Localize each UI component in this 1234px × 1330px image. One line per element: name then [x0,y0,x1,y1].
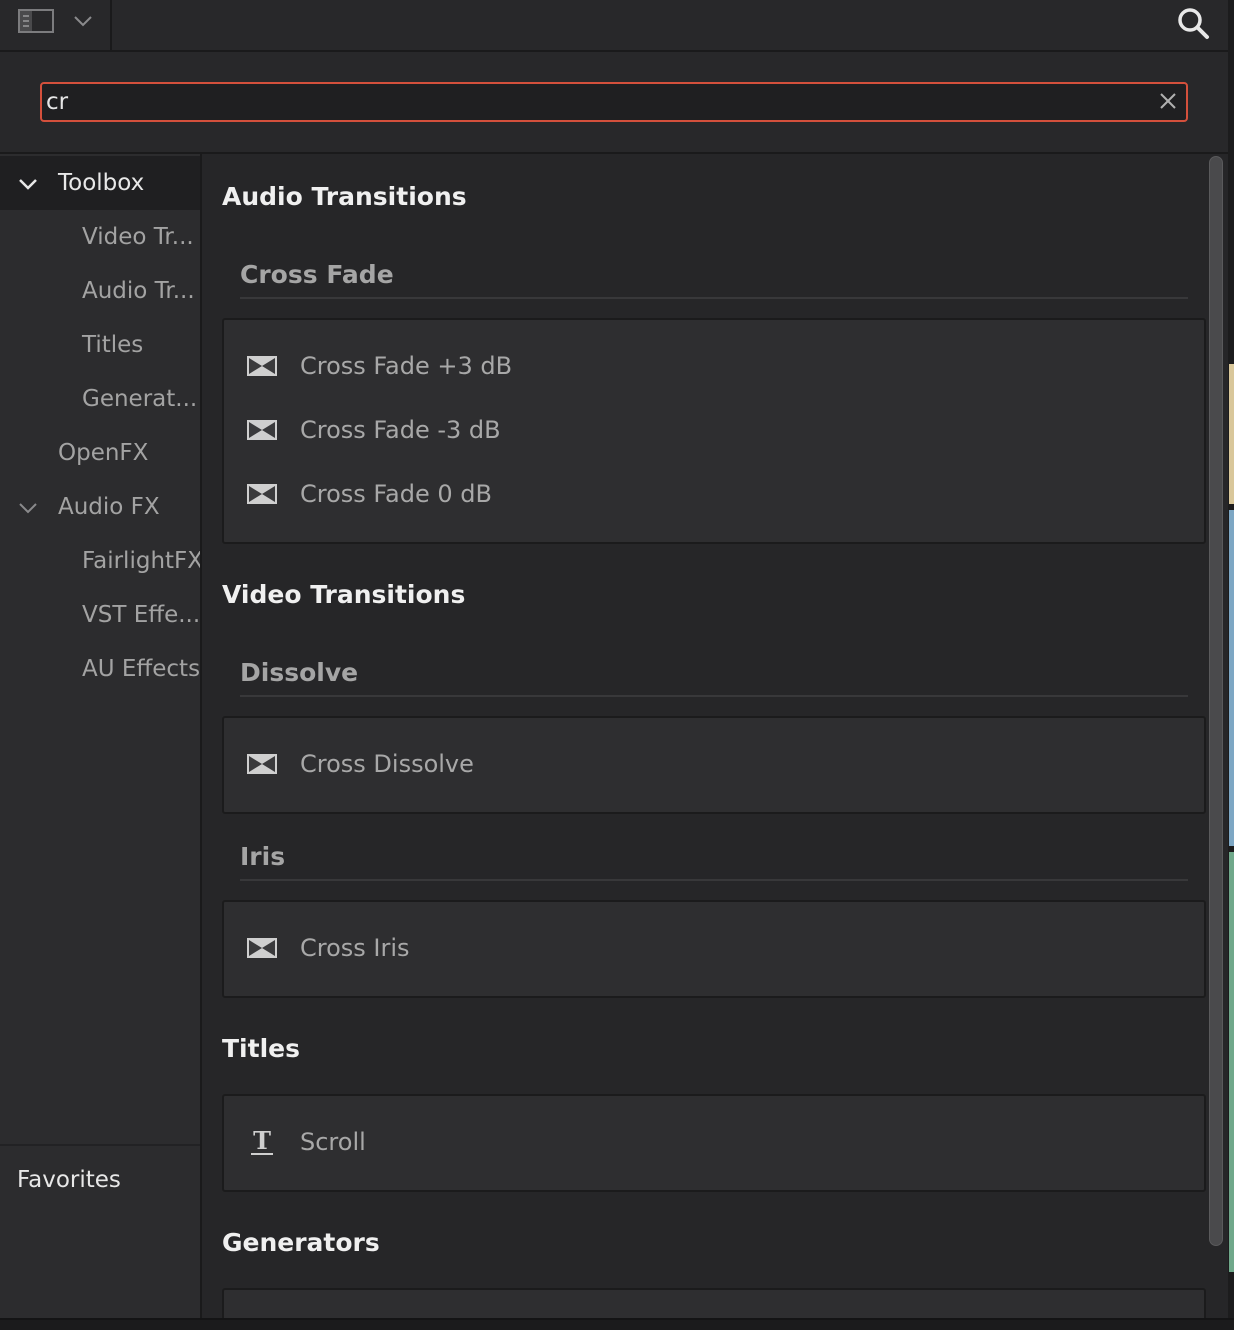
chevron-down-icon[interactable] [16,496,40,520]
effect-item-name: Cross Iris [300,934,410,962]
search-area [0,52,1228,152]
sidebar-item-label: Toolbox [58,170,145,196]
sidebar-item-audio-fx[interactable]: Audio FX [0,480,200,534]
effect-item-name: Scroll [300,1128,366,1156]
transition-icon [247,938,277,958]
effect-card: T Scroll [222,1094,1206,1192]
sidebar-item-video-transitions[interactable]: Video Tr... [0,210,200,264]
sidebar-item-label: Titles [82,332,144,358]
sidebar-item-titles[interactable]: Titles [0,318,200,372]
effect-item-name: Cross Dissolve [300,750,474,778]
sidebar-item-label: Audio Tr... [82,278,195,304]
effect-item-name: Cross Fade 0 dB [300,480,492,508]
effects-list: Audio Transitions Cross Fade Cross Fade … [202,152,1228,1318]
effect-item[interactable]: Cross Fade -3 dB [224,405,1204,455]
sidebar: Toolbox Video Tr... Audio Tr... Titles G… [0,152,200,1318]
search-input[interactable] [46,86,1146,118]
sidebar-item-label: FairlightFX [82,548,200,574]
effect-item-name: Cross Fade -3 dB [300,416,501,444]
group-title-iris: Iris [240,842,1188,881]
effect-item[interactable]: Cross Fade +3 dB [224,341,1204,391]
toolbar [0,0,1234,52]
section-title-generators: Generators [222,1228,380,1257]
chevron-down-icon[interactable] [16,172,40,196]
effect-card [222,1288,1206,1318]
sidebar-item-fairlightfx[interactable]: FairlightFX [0,534,200,588]
sidebar-item-openfx[interactable]: OpenFX [0,426,200,480]
sidebar-divider [0,1144,200,1146]
transition-icon [247,484,277,504]
effect-item[interactable]: Cross Fade 0 dB [224,469,1204,519]
effect-item[interactable]: Cross Dissolve [224,739,1204,789]
search-box[interactable] [40,82,1188,122]
sidebar-item-au-effects[interactable]: AU Effects [0,642,200,696]
clear-search-icon[interactable] [1158,91,1178,111]
toolbar-left-group [0,0,112,50]
transition-icon [247,356,277,376]
section-title-video-transitions: Video Transitions [222,580,466,609]
effect-item-name: Cross Fade +3 dB [300,352,513,380]
panel-toggle-icon[interactable] [18,9,54,33]
group-title-cross-fade: Cross Fade [240,260,1188,299]
section-title-audio-transitions: Audio Transitions [222,182,467,211]
effect-item[interactable]: Cross Iris [224,923,1204,973]
edge-segment [1229,510,1234,846]
scrollbar-thumb[interactable] [1209,156,1223,1246]
transition-icon [247,754,277,774]
sidebar-item-label: Audio FX [58,494,160,520]
sidebar-item-audio-transitions[interactable]: Audio Tr... [0,264,200,318]
effect-card: Cross Dissolve [222,716,1206,814]
sidebar-item-label: Generat... [82,386,198,412]
group-title-dissolve: Dissolve [240,658,1188,697]
edge-segment [1229,364,1234,504]
sidebar-item-label: Video Tr... [82,224,194,250]
title-t-icon: T [251,1129,273,1155]
effects-library-panel: Toolbox Video Tr... Audio Tr... Titles G… [0,0,1234,1330]
effect-item[interactable]: T Scroll [224,1117,1204,1167]
sidebar-item-generators[interactable]: Generat... [0,372,200,426]
transition-icon [247,420,277,440]
sidebar-item-label: OpenFX [58,440,149,466]
sidebar-item-toolbox[interactable]: Toolbox [0,156,200,210]
bottom-bar [0,1318,1234,1330]
section-title-titles: Titles [222,1034,300,1063]
search-icon[interactable] [1174,4,1212,42]
sidebar-item-label: VST Effe... [82,602,200,628]
edge-segment [1229,852,1234,1272]
effect-card: Cross Fade +3 dB Cross Fade -3 dB Cross … [222,318,1206,544]
sidebar-item-vst-effects[interactable]: VST Effe... [0,588,200,642]
svg-text:T: T [253,1129,271,1155]
effect-card: Cross Iris [222,900,1206,998]
chevron-down-icon[interactable] [72,10,94,32]
sidebar-item-label: AU Effects [82,656,200,682]
favorites-item[interactable]: Favorites [17,1160,121,1200]
